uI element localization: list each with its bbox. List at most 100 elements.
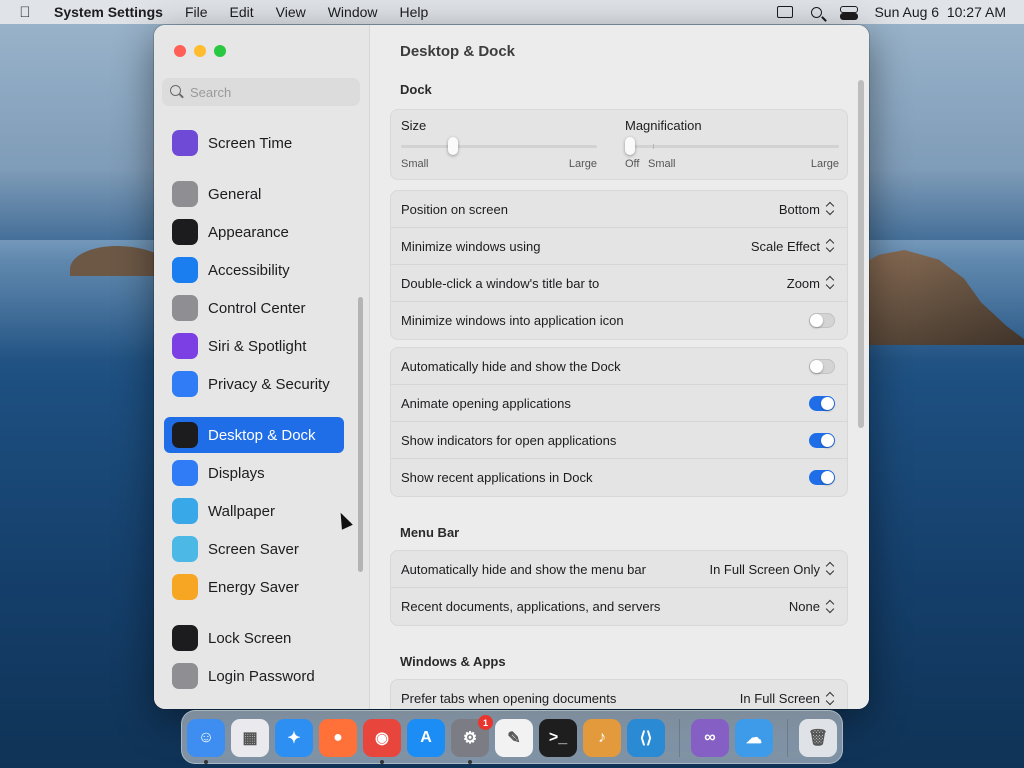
system-settings-icon[interactable]: ⚙ 1 [451, 715, 493, 757]
sun-icon [172, 460, 198, 486]
sidebar-item-label: Siri & Spotlight [208, 337, 307, 355]
position-on-screen-popup[interactable]: Bottom [779, 202, 835, 217]
weather-icon[interactable]: ☁ [735, 719, 773, 757]
vscode-icon[interactable]: ⟨⟩ [627, 719, 665, 757]
menu-bar-clock[interactable]: Sun Aug 6 10:27 AM [874, 4, 1006, 20]
apple-menu-icon[interactable]:  [0, 4, 50, 21]
size-slider-knob[interactable] [447, 137, 458, 155]
sidebar-item-general[interactable]: General [164, 176, 344, 212]
app-store-icon[interactable]: A [407, 719, 445, 757]
minimize-window-button[interactable] [194, 45, 206, 57]
menu-view[interactable]: View [265, 4, 317, 20]
sidebar-item-screen-time[interactable]: Screen Time [164, 125, 344, 161]
app-menu[interactable]: System Settings [50, 4, 174, 20]
size-slider-track[interactable] [401, 145, 597, 148]
sidebar-item-label: Desktop & Dock [208, 426, 316, 444]
prefer-tabs-value: In Full Screen [739, 691, 820, 706]
chrome-icon[interactable]: ◉ [363, 719, 401, 757]
terminal-icon[interactable]: >_ [539, 719, 577, 757]
sidebar-item-label: Login Password [208, 667, 315, 685]
minimize-effect-popup[interactable]: Scale Effect [751, 239, 835, 254]
size-min-label: Small [401, 158, 429, 170]
menu-window[interactable]: Window [317, 4, 389, 20]
sidebar-item-privacy-security[interactable]: Privacy & Security [164, 366, 344, 402]
magnification-slider[interactable]: Magnification Off Small Large [625, 118, 839, 170]
recent-items-popup[interactable]: None [789, 599, 835, 614]
sidebar-item-label: Displays [208, 464, 265, 482]
title-bar-double-click-popup[interactable]: Zoom [787, 276, 835, 291]
sidebar-item-displays[interactable]: Displays [164, 455, 344, 491]
recent-items-label: Recent documents, applications, and serv… [401, 599, 661, 614]
sidebar-item-screen-saver[interactable]: Screen Saver [164, 531, 344, 567]
recent-items-value: None [788, 599, 820, 614]
menu-file[interactable]: File [174, 4, 219, 20]
dock-toggle-label: Animate opening applications [401, 395, 571, 411]
spotlight-search-icon[interactable] [811, 6, 823, 18]
login-lock-icon [172, 663, 198, 689]
running-indicator [380, 760, 384, 764]
dock-toggle-row: Show recent applications in Dock [391, 459, 847, 496]
screen-mirroring-icon[interactable] [777, 6, 794, 18]
dock-toggle-row: Show indicators for open applications [391, 422, 847, 459]
sidebar-item-wallpaper[interactable]: Wallpaper [164, 493, 344, 529]
popup-chevron-icon [826, 239, 835, 253]
finder-icon[interactable]: ☺ [187, 719, 225, 757]
trash-icon[interactable]: 🗑 [799, 719, 837, 757]
sidebar-item-siri-spotlight[interactable]: Siri & Spotlight [164, 328, 344, 364]
launchpad-icon[interactable]: ▦ [231, 719, 269, 757]
dock-toggle-switch[interactable] [809, 432, 835, 448]
sidebar-scrollbar[interactable] [358, 297, 363, 572]
dock-toggle-switch[interactable] [809, 470, 835, 485]
content-scrollbar[interactable] [858, 80, 864, 428]
search-input[interactable]: Search [162, 78, 360, 106]
dock-toggle-label: Show indicators for open applications [401, 432, 617, 448]
magnification-tick [653, 144, 654, 149]
title-bar-double-click-label: Double-click a window's title bar to [401, 275, 600, 291]
garageband-icon[interactable]: ♪ [583, 719, 621, 757]
sidebar-item-label: Screen Saver [208, 540, 299, 558]
sidebar-item-appearance[interactable]: Appearance [164, 214, 344, 250]
lock-icon [172, 625, 198, 651]
sidebar-item-control-center[interactable]: Control Center [164, 290, 344, 326]
page-title: Desktop & Dock [400, 43, 516, 60]
minimize-into-icon-label: Minimize windows into application icon [401, 313, 624, 328]
control-center-menu-icon[interactable] [840, 5, 859, 20]
menu-bar-autohide-value: In Full Screen Only [709, 561, 820, 577]
magnification-slider-track[interactable] [625, 145, 839, 148]
close-window-button[interactable] [174, 45, 186, 57]
settings-pane: Desktop & Dock Dock Size Small Large Mag… [370, 25, 869, 709]
sidebar-item-accessibility[interactable]: Accessibility [164, 252, 344, 288]
position-on-screen-row: Position on screen Bottom [391, 191, 847, 228]
bulb-icon [172, 574, 198, 600]
sidebar-item-login-password[interactable]: Login Password [164, 658, 344, 694]
firefox-icon[interactable]: ● [319, 719, 357, 757]
menu-edit[interactable]: Edit [219, 4, 265, 20]
section-title-menu-bar: Menu Bar [400, 525, 460, 540]
size-max-label: Large [568, 158, 597, 170]
zoom-window-button[interactable] [214, 45, 226, 57]
menu-help[interactable]: Help [389, 4, 440, 20]
magnification-slider-knob[interactable] [625, 137, 635, 155]
size-slider[interactable]: Size Small Large [401, 118, 597, 170]
running-indicator [468, 760, 472, 764]
dock-toggle-switch[interactable] [809, 358, 835, 374]
safari-icon[interactable]: ✦ [275, 719, 313, 757]
position-on-screen-label: Position on screen [401, 201, 508, 217]
dock-separator [787, 719, 788, 757]
section-title-dock: Dock [400, 82, 432, 97]
menu-bar:  System Settings File Edit View Window … [0, 0, 1024, 24]
flower-icon [172, 498, 198, 524]
sidebar-item-desktop-dock[interactable]: Desktop & Dock [164, 417, 344, 453]
sidebar-item-lock-screen[interactable]: Lock Screen [164, 620, 344, 656]
sidebar-item-energy-saver[interactable]: Energy Saver [164, 569, 344, 605]
menu-bar-autohide-popup[interactable]: In Full Screen Only [709, 562, 835, 577]
prefer-tabs-popup[interactable]: In Full Screen [740, 691, 835, 706]
hourglass-icon [172, 130, 198, 156]
dock-toggle-switch[interactable] [809, 395, 835, 411]
visual-studio-icon[interactable]: ∞ [691, 719, 729, 757]
minimize-into-icon-toggle[interactable] [809, 313, 835, 328]
textedit-icon[interactable]: ✎ [495, 719, 533, 757]
magnification-slider-label: Magnification [625, 118, 702, 133]
title-bar-double-click-value: Zoom [786, 275, 820, 291]
title-bar-double-click-row: Double-click a window's title bar to Zoo… [391, 265, 847, 302]
